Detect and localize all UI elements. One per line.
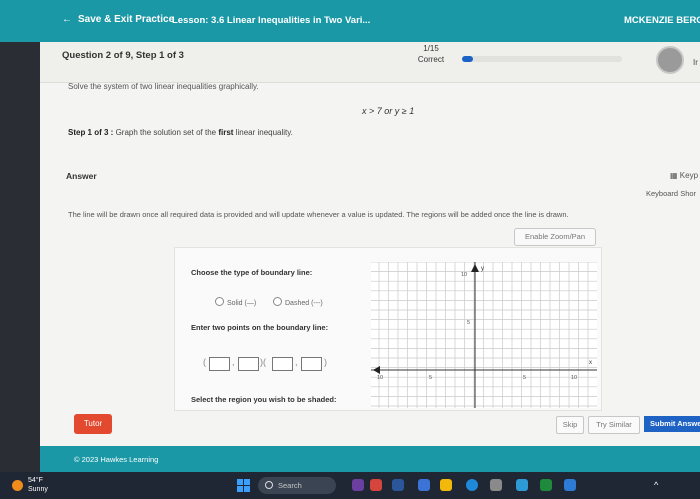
back-arrow-icon: ← <box>62 14 72 25</box>
progress-bar <box>462 56 622 62</box>
search-icon <box>265 481 273 489</box>
progress-fill <box>462 56 474 62</box>
copyright: © 2023 Hawkes Learning <box>74 455 159 464</box>
score-fraction: 1/15 <box>423 44 439 53</box>
question-header: Question 2 of 9, Step 1 of 3 1/15 Correc… <box>40 42 700 83</box>
solid-radio[interactable]: Solid (—) <box>215 297 256 307</box>
store-icon[interactable] <box>490 479 502 491</box>
taskbar: 54°F Sunny Search ^ <box>0 472 700 499</box>
edge-icon[interactable] <box>466 479 478 491</box>
top-bar: ← Save & Exit Practice Lesson: 3.6 Linear… <box>0 0 700 42</box>
lesson-title: Lesson: 3.6 Linear Inequalities in Two V… <box>172 15 371 26</box>
inequality-system: x > 7 or y ≥ 1 <box>362 106 415 116</box>
sun-icon <box>12 480 23 491</box>
windows-start-icon[interactable] <box>237 479 250 492</box>
boundary-type-title: Choose the type of boundary line: <box>191 268 313 277</box>
graph-panel: Choose the type of boundary line: Solid … <box>174 247 602 411</box>
user-name[interactable]: MCKENZIE BERCIER <box>624 15 700 26</box>
tick-label-x-neg5: 5 <box>429 375 432 381</box>
app-icon[interactable] <box>370 479 382 491</box>
footer: © 2023 Hawkes Learning <box>40 446 700 472</box>
chat-icon[interactable] <box>418 479 430 491</box>
score: 1/15 Correct <box>414 44 448 64</box>
teams-icon[interactable] <box>352 479 364 491</box>
practice-area: Question 2 of 9, Step 1 of 3 1/15 Correc… <box>40 42 700 446</box>
point1-y-input[interactable] <box>238 357 259 371</box>
coordinate-graph[interactable]: y x 10 5 10 5 5 10 <box>371 262 597 408</box>
point-inputs: ( , )( , ) <box>203 357 343 371</box>
graph-info-text: The line will be drawn once all required… <box>68 210 569 219</box>
tick-label-y-5: 5 <box>467 320 470 326</box>
region-title: Select the region you wish to be shaded: <box>191 395 337 404</box>
dashed-radio[interactable]: Dashed (---) <box>273 297 323 307</box>
cut-text: Ir <box>693 58 698 67</box>
mail-icon[interactable] <box>516 479 528 491</box>
answer-label: Answer <box>66 171 97 181</box>
point2-y-input[interactable] <box>301 357 322 371</box>
question-number: Question 2 of 9, Step 1 of 3 <box>62 50 184 61</box>
weather-widget[interactable]: 54°F Sunny <box>28 476 48 494</box>
system-tray[interactable]: ^ <box>654 480 658 490</box>
keypad-icon: ▦ <box>670 171 678 180</box>
instruction-text: Solve the system of two linear inequalit… <box>68 82 259 91</box>
doc-icon[interactable] <box>564 479 576 491</box>
tick-label-x-neg10: 10 <box>377 375 383 381</box>
save-exit-link[interactable]: ← Save & Exit Practice <box>62 14 174 25</box>
y-axis-label: y <box>481 266 484 272</box>
keyboard-shortcuts-link[interactable]: Keyboard Shor <box>646 189 696 198</box>
point2-x-input[interactable] <box>272 357 293 371</box>
tick-label-y-10: 10 <box>461 272 467 278</box>
folder-icon[interactable] <box>440 479 452 491</box>
enable-zoom-button[interactable]: Enable Zoom/Pan <box>514 228 596 246</box>
step-indicator: Step 1 of 3 <box>135 50 184 61</box>
keypad-button[interactable]: ▦ Keyp <box>670 171 698 180</box>
score-status: Correct <box>417 55 445 64</box>
chevron-up-icon: ^ <box>654 480 659 490</box>
tick-label-x-10: 10 <box>571 375 577 381</box>
point1-x-input[interactable] <box>209 357 230 371</box>
taskbar-search[interactable]: Search <box>258 477 336 494</box>
avatar[interactable] <box>656 46 684 74</box>
tutor-button[interactable]: Tutor <box>74 414 112 434</box>
step-text: Step 1 of 3 : Graph the solution set of … <box>68 128 293 137</box>
word-icon[interactable] <box>392 479 404 491</box>
save-exit-label: Save & Exit Practice <box>78 14 175 25</box>
skip-button[interactable]: Skip <box>556 416 584 434</box>
try-similar-button[interactable]: Try Similar <box>588 416 640 434</box>
submit-answer-button[interactable]: Submit Answe <box>644 416 700 432</box>
excel-icon[interactable] <box>540 479 552 491</box>
radio-circle-icon <box>215 297 224 306</box>
tick-label-x-5: 5 <box>523 375 526 381</box>
x-axis-label: x <box>589 360 592 366</box>
radio-circle-icon <box>273 297 282 306</box>
points-title: Enter two points on the boundary line: <box>191 323 329 332</box>
